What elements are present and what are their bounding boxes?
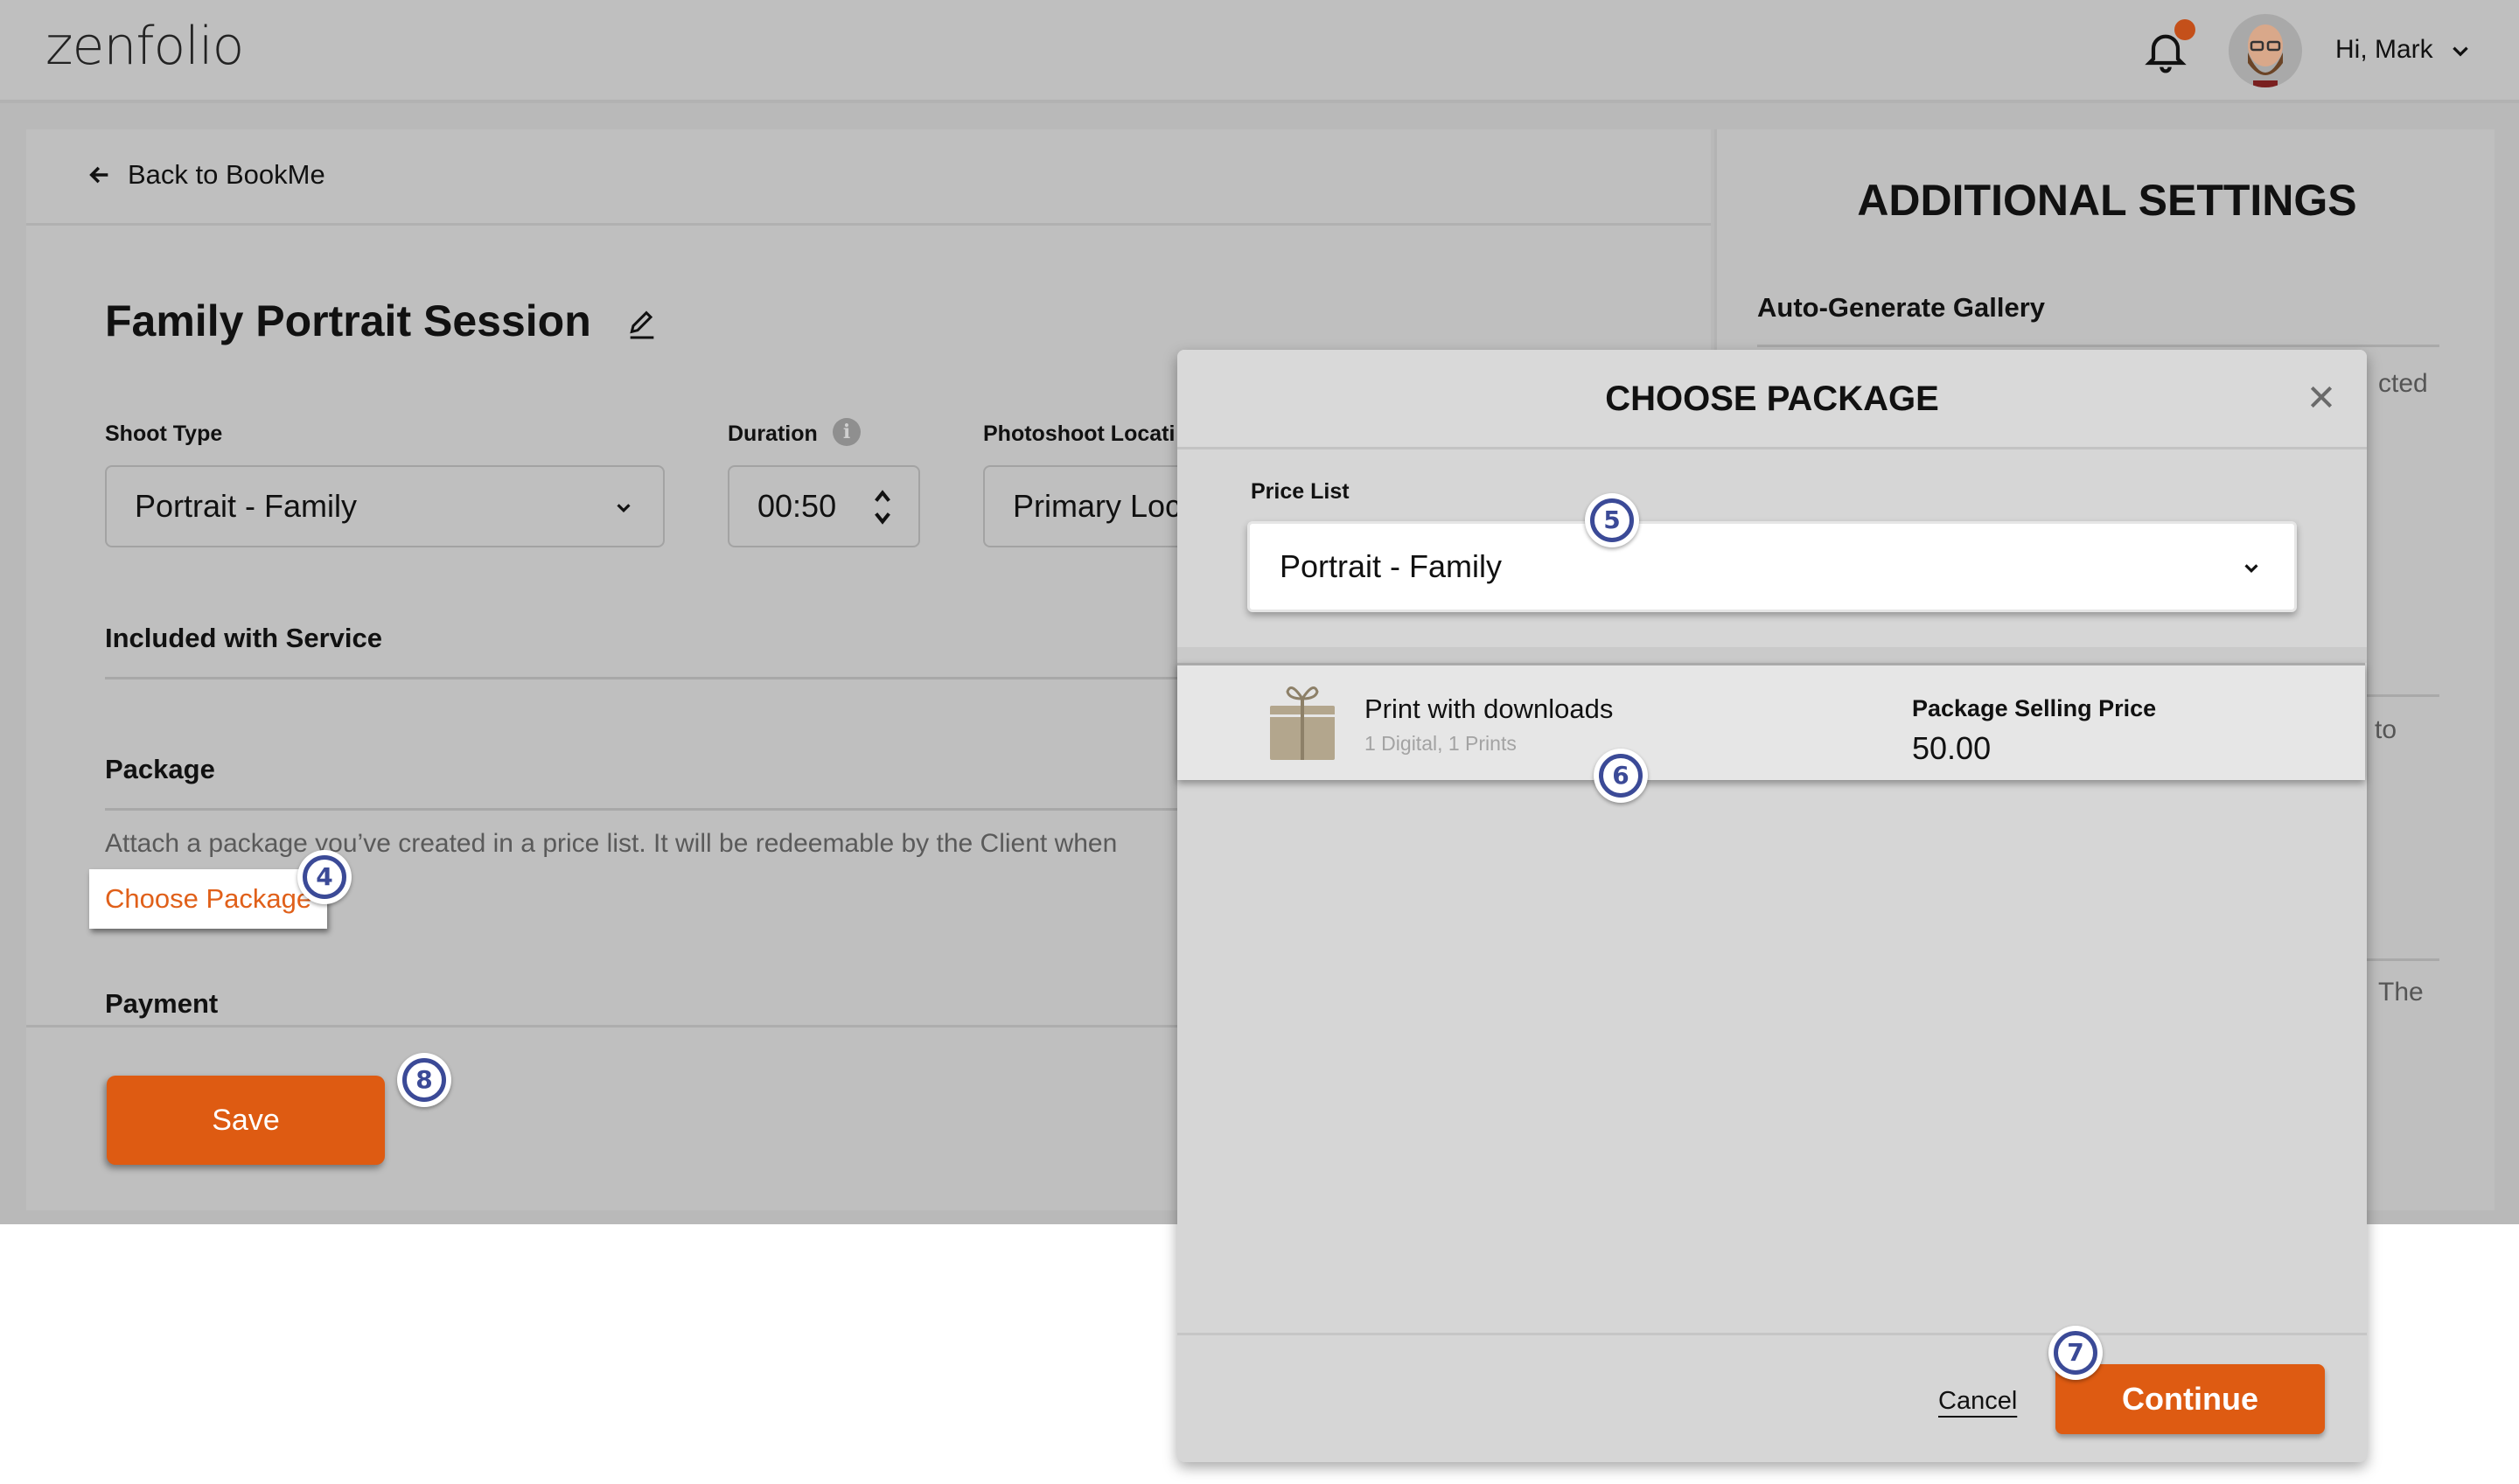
step-marker-7: 7 bbox=[2048, 1326, 2103, 1380]
package-description: Attach a package you’ve created in a pri… bbox=[105, 829, 1118, 858]
step-marker-4: 4 bbox=[297, 850, 352, 904]
divider bbox=[105, 677, 1204, 679]
included-with-service-heading: Included with Service bbox=[105, 623, 382, 653]
side-text-fragment: cted bbox=[2378, 369, 2428, 398]
page-title: Family Portrait Session bbox=[105, 296, 591, 345]
shoot-type-label: Shoot Type bbox=[105, 422, 223, 446]
shoot-type-select[interactable]: Portrait - Family bbox=[105, 465, 665, 547]
duration-stepper[interactable]: 00:50 bbox=[728, 465, 920, 547]
save-button[interactable]: Save bbox=[107, 1076, 385, 1165]
notification-badge bbox=[2174, 19, 2195, 40]
divider bbox=[1757, 345, 2439, 347]
divider bbox=[1177, 1333, 2367, 1335]
duration-value: 00:50 bbox=[757, 488, 837, 524]
back-to-bookme-link[interactable]: Back to BookMe bbox=[87, 159, 325, 191]
info-icon[interactable]: i bbox=[833, 418, 861, 446]
duration-label: Duration bbox=[728, 422, 818, 446]
divider bbox=[105, 808, 1204, 811]
location-select[interactable]: Primary Loc bbox=[983, 465, 1211, 547]
price-list-select[interactable]: Portrait - Family bbox=[1247, 521, 2297, 612]
package-price-label: Package Selling Price bbox=[1912, 695, 2157, 721]
back-row: Back to BookMe bbox=[26, 129, 1711, 226]
arrow-left-icon bbox=[89, 166, 108, 184]
side-text-fragment: to bbox=[2375, 715, 2397, 744]
choose-package-link[interactable]: Choose Package bbox=[89, 869, 327, 929]
modal-title: CHOOSE PACKAGE bbox=[1605, 380, 1939, 418]
top-header: zenfolio Hi, Mark bbox=[0, 0, 2519, 103]
gift-package-icon bbox=[1270, 686, 1335, 760]
package-list-item[interactable]: Print with downloads 1 Digital, 1 Prints… bbox=[1177, 663, 2365, 780]
user-menu[interactable]: Hi, Mark bbox=[2335, 35, 2433, 65]
choose-package-modal: CHOOSE PACKAGE Price List Portrait - Fam… bbox=[1177, 350, 2367, 1462]
package-name: Print with downloads bbox=[1364, 693, 1614, 724]
payment-heading: Payment bbox=[105, 988, 219, 1019]
up-down-stepper-icon[interactable] bbox=[873, 488, 892, 526]
step-marker-8: 8 bbox=[397, 1053, 451, 1107]
package-details: 1 Digital, 1 Prints bbox=[1364, 732, 1517, 755]
step-marker-6: 6 bbox=[1594, 749, 1648, 803]
continue-button[interactable]: Continue bbox=[2055, 1364, 2325, 1434]
modal-header: CHOOSE PACKAGE bbox=[1177, 350, 2367, 449]
pencil-edit-icon[interactable] bbox=[625, 306, 659, 343]
side-text-fragment: The bbox=[2378, 978, 2424, 1007]
package-list-band bbox=[1177, 647, 2367, 663]
zenfolio-logo[interactable]: zenfolio bbox=[45, 16, 244, 77]
auto-generate-gallery-heading: Auto-Generate Gallery bbox=[1757, 292, 2046, 323]
close-icon[interactable] bbox=[2307, 383, 2335, 411]
package-heading: Package bbox=[105, 754, 215, 784]
additional-settings-title: ADDITIONAL SETTINGS bbox=[1857, 176, 2357, 225]
avatar-face-icon bbox=[2248, 24, 2283, 87]
location-label: Photoshoot Locati bbox=[983, 422, 1176, 446]
package-price-value: 50.00 bbox=[1912, 730, 1992, 766]
cancel-button[interactable]: Cancel bbox=[1938, 1387, 2017, 1416]
user-avatar[interactable] bbox=[2229, 14, 2302, 87]
location-value: Primary Loc bbox=[1013, 488, 1182, 524]
chevron-down-icon bbox=[617, 504, 631, 513]
back-link-label: Back to BookMe bbox=[128, 159, 325, 190]
price-list-label: Price List bbox=[1251, 479, 1350, 504]
shoot-type-value: Portrait - Family bbox=[135, 488, 358, 524]
step-marker-5: 5 bbox=[1585, 493, 1639, 547]
chevron-down-icon bbox=[2244, 564, 2258, 574]
chevron-down-icon[interactable] bbox=[2449, 40, 2472, 63]
price-list-value: Portrait - Family bbox=[1280, 548, 1503, 584]
